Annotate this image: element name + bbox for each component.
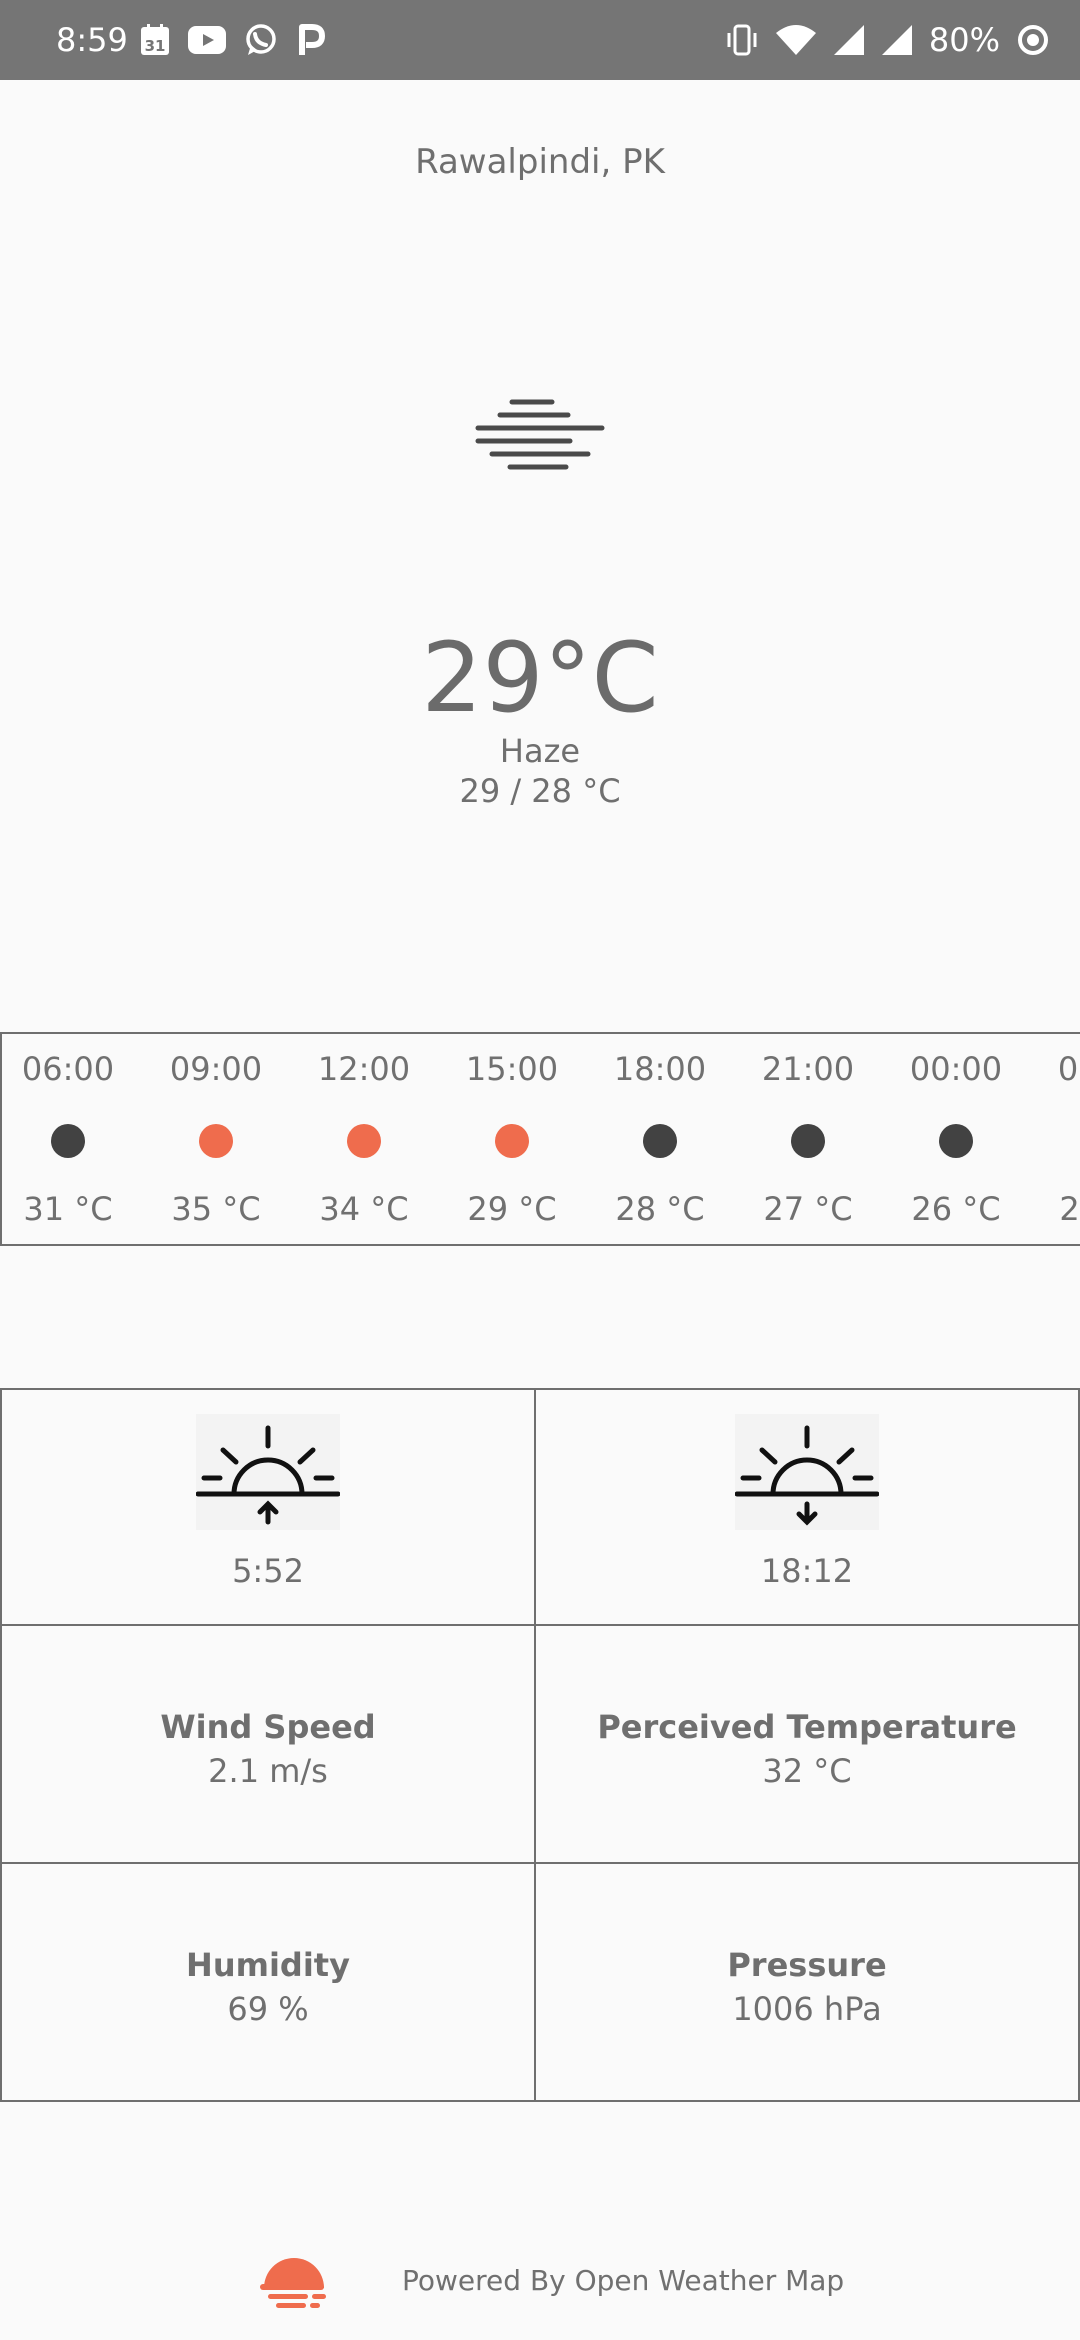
hourly-temp: 31 °C	[23, 1190, 113, 1228]
wind-speed-value: 2.1 m/s	[208, 1752, 328, 1790]
status-time: 8:59	[56, 21, 128, 59]
powered-by-link[interactable]: Powered By Open Weather Map	[402, 2262, 844, 2300]
wind-speed-cell: Wind Speed 2.1 m/s	[0, 1624, 536, 1864]
status-notification-icons: 31	[140, 20, 326, 60]
openweathermap-logo-icon	[258, 2248, 330, 2312]
hourly-item: 09:00 35 °C	[142, 1034, 290, 1244]
humidity-title: Humidity	[186, 1946, 350, 1984]
hourly-temp: 26 °C	[911, 1190, 1001, 1228]
perceived-temperature-cell: Perceived Temperature 32 °C	[534, 1624, 1080, 1864]
hourly-item: 21:00 27 °C	[734, 1034, 882, 1244]
footer: Powered By Open Weather Map	[0, 2240, 1080, 2320]
hourly-item: 15:00 29 °C	[438, 1034, 586, 1244]
parking-icon	[296, 23, 326, 57]
status-system-icons: 80%	[725, 20, 1050, 60]
weather-details-grid: 5:52 18:12 Wind Speed 2.1 m/s Perceived …	[0, 1388, 1080, 2102]
location-label: Rawalpindi, PK	[415, 142, 665, 182]
calendar-day-label: 31	[145, 37, 166, 55]
hourly-item: 12:00 34 °C	[290, 1034, 438, 1244]
hourly-item: 00:00 26 °C	[882, 1034, 1030, 1244]
vibrate-icon	[725, 23, 759, 57]
humidity-value: 69 %	[227, 1990, 309, 2028]
battery-percent: 80%	[928, 21, 1000, 59]
hourly-temp: 27 °C	[763, 1190, 853, 1228]
sunrise-cell: 5:52	[0, 1388, 536, 1626]
hourly-time: 00:00	[909, 1050, 1003, 1088]
hourly-dot	[51, 1124, 85, 1158]
hourly-dot	[495, 1124, 529, 1158]
hourly-temp: 35 °C	[171, 1190, 261, 1228]
sunset-cell: 18:12	[534, 1388, 1080, 1626]
hourly-item: 03:00 26 °C	[1030, 1034, 1080, 1244]
hourly-dot	[791, 1124, 825, 1158]
hourly-time: 18:00	[613, 1050, 707, 1088]
hourly-temp: 28 °C	[615, 1190, 705, 1228]
sunrise-time: 5:52	[232, 1552, 304, 1590]
weather-condition: Haze	[499, 732, 581, 770]
status-bar: 8:59 31 80%	[0, 0, 1080, 80]
hourly-item: 18:00 28 °C	[586, 1034, 734, 1244]
sunset-icon	[734, 1414, 880, 1530]
pressure-title: Pressure	[727, 1946, 887, 1984]
youtube-icon	[188, 26, 226, 54]
hourly-dot	[199, 1124, 233, 1158]
current-temperature: 29°C	[421, 622, 659, 734]
calendar-icon: 31	[140, 24, 170, 56]
hourly-time: 06:00	[21, 1050, 115, 1088]
haze-icon	[470, 392, 610, 492]
signal-icon	[881, 24, 913, 56]
hourly-item: 06:00 31 °C	[2, 1034, 142, 1244]
wifi-icon	[775, 23, 817, 57]
perceived-temperature-value: 32 °C	[762, 1752, 852, 1790]
hourly-temp: 34 °C	[319, 1190, 409, 1228]
hourly-dot	[643, 1124, 677, 1158]
hourly-temp: 29 °C	[467, 1190, 557, 1228]
hourly-forecast-list[interactable]: 06:00 31 °C 09:00 35 °C 12:00 34 °C 15:0…	[0, 1032, 1080, 1246]
sunset-time: 18:12	[760, 1552, 854, 1590]
battery-saver-icon	[1016, 23, 1050, 57]
hourly-temp: 26 °C	[1059, 1190, 1080, 1228]
perceived-temperature-title: Perceived Temperature	[597, 1708, 1017, 1746]
whatsapp-icon	[244, 23, 278, 57]
wind-speed-title: Wind Speed	[160, 1708, 376, 1746]
hourly-time: 15:00	[465, 1050, 559, 1088]
sunrise-icon	[195, 1414, 341, 1530]
hourly-time: 09:00	[169, 1050, 263, 1088]
hourly-dot	[347, 1124, 381, 1158]
pressure-cell: Pressure 1006 hPa	[534, 1862, 1080, 2102]
pressure-value: 1006 hPa	[732, 1990, 882, 2028]
humidity-cell: Humidity 69 %	[0, 1862, 536, 2102]
temperature-range: 29 / 28 °C	[459, 772, 621, 810]
hourly-time: 03:00	[1057, 1050, 1080, 1088]
hourly-time: 12:00	[317, 1050, 411, 1088]
hourly-time: 21:00	[761, 1050, 855, 1088]
signal-icon	[833, 24, 865, 56]
hourly-dot	[939, 1124, 973, 1158]
